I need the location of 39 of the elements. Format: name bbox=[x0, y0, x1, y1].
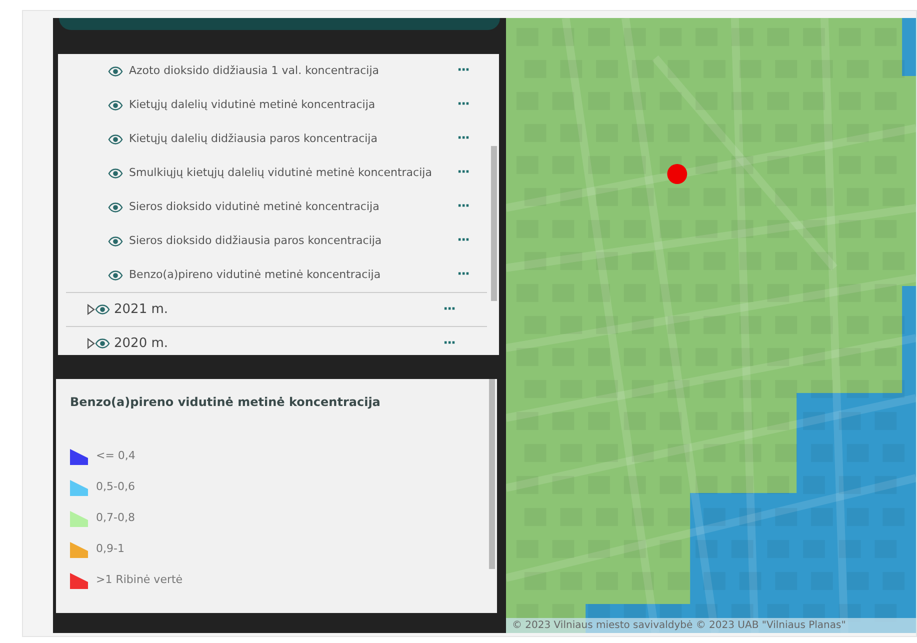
layer-name[interactable]: Kietųjų dalelių vidutinė metinė koncentracija bbox=[123, 98, 458, 112]
more-options-button[interactable]: ··· bbox=[457, 61, 469, 81]
caret-right-icon[interactable] bbox=[86, 338, 95, 349]
eye-icon[interactable] bbox=[95, 338, 110, 349]
eye-icon[interactable] bbox=[108, 236, 123, 246]
legend-label: <= 0,4 bbox=[96, 448, 136, 464]
layer-name[interactable]: 2021 m. bbox=[110, 300, 444, 320]
more-options-button[interactable]: ··· bbox=[457, 231, 469, 251]
scrollbar-thumb[interactable] bbox=[489, 379, 495, 569]
scrollbar-thumb[interactable] bbox=[491, 146, 497, 301]
layer-name[interactable]: 2020 m. bbox=[110, 334, 444, 354]
more-options-button[interactable]: ··· bbox=[443, 300, 455, 320]
eye-icon[interactable] bbox=[108, 134, 123, 144]
legend-label: >1 Ribinė vertė bbox=[96, 572, 183, 588]
eye-icon[interactable] bbox=[108, 202, 123, 212]
layer-name[interactable]: Kietųjų dalelių didžiausia paros koncentracija bbox=[123, 132, 458, 146]
eye-icon[interactable] bbox=[108, 66, 123, 76]
more-options-button[interactable]: ··· bbox=[457, 163, 469, 183]
eye-icon[interactable] bbox=[108, 168, 123, 178]
eye-icon[interactable] bbox=[108, 100, 123, 110]
layer-name[interactable]: Benzo(a)pireno vidutinė metinė koncentracija bbox=[123, 268, 458, 282]
eye-icon[interactable] bbox=[108, 270, 123, 280]
more-options-button[interactable]: ··· bbox=[457, 95, 469, 115]
map-attribution: © 2023 Vilniaus miesto savivaldybė © 2023 UAB "Vilniaus Planas" bbox=[506, 618, 916, 633]
location-marker[interactable] bbox=[667, 164, 688, 184]
more-options-button[interactable]: ··· bbox=[443, 334, 455, 354]
layer-name[interactable]: Azoto dioksido didžiausia 1 val. koncentracija bbox=[123, 64, 458, 78]
more-options-button[interactable]: ··· bbox=[457, 265, 469, 285]
layer-name[interactable]: Smulkiųjų kietųjų dalelių vidutinė metinė koncentracija bbox=[123, 166, 458, 180]
more-options-button[interactable]: ··· bbox=[457, 197, 469, 217]
legend-label: 0,7-0,8 bbox=[96, 510, 135, 526]
legend-label: 0,9-1 bbox=[96, 541, 124, 558]
caret-right-icon[interactable] bbox=[86, 304, 95, 315]
legend-title: Benzo(a)pireno vidutinė metinė koncentracija bbox=[70, 394, 382, 411]
layer-name[interactable]: Sieros dioksido didžiausia paros koncentracija bbox=[123, 234, 458, 248]
layer-name[interactable]: Sieros dioksido vidutinė metinė koncentracija bbox=[123, 200, 458, 214]
eye-icon[interactable] bbox=[95, 304, 110, 315]
legend-label: 0,5-0,6 bbox=[96, 479, 135, 496]
more-options-button[interactable]: ··· bbox=[457, 129, 469, 149]
